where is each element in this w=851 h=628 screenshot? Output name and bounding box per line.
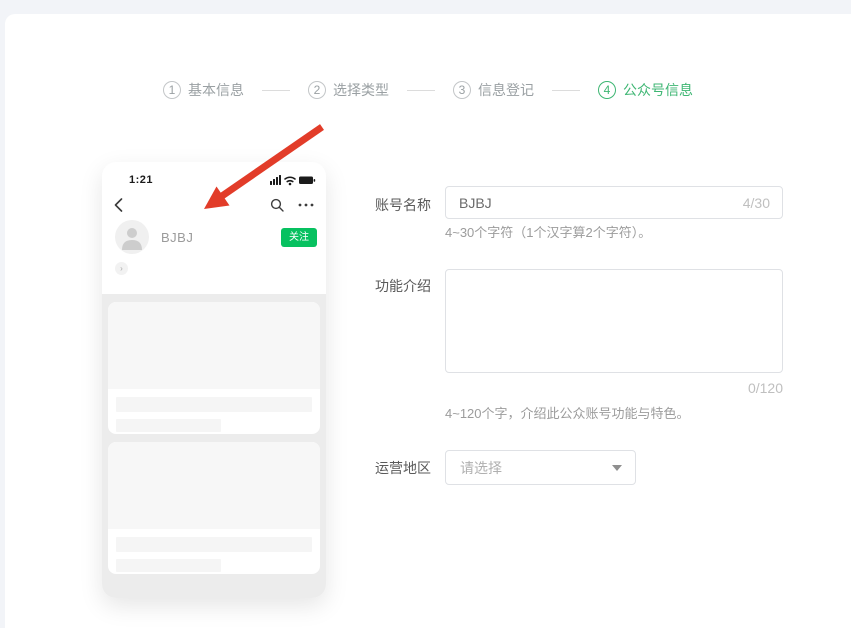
- article-feed: [102, 294, 326, 598]
- step-2-label: 选择类型: [333, 80, 389, 100]
- avatar: [115, 220, 149, 254]
- signal-icon: [270, 175, 281, 185]
- article-subtitle-placeholder: [116, 559, 221, 572]
- status-icons: [270, 174, 316, 186]
- account-name-counter: 4/30: [743, 195, 782, 211]
- introduction-helper: 4~120个字，介绍此公众账号功能与特色。: [445, 403, 690, 422]
- status-time: 1:21: [129, 174, 153, 186]
- chevron-down-icon: [612, 465, 622, 471]
- step-4-circle: 4: [598, 81, 616, 99]
- search-icon[interactable]: [270, 198, 284, 212]
- step-select-type: 2 选择类型: [308, 80, 389, 100]
- account-name-input[interactable]: [446, 195, 743, 211]
- article-title-placeholder: [116, 397, 312, 412]
- step-1-circle: 1: [163, 81, 181, 99]
- step-divider: [407, 90, 435, 91]
- main-panel: 1 基本信息 2 选择类型 3 信息登记 4 公众号信息 1:21: [5, 14, 851, 628]
- introduction-field: [445, 269, 783, 373]
- step-basic-info: 1 基本信息: [163, 80, 244, 100]
- back-chevron-icon[interactable]: [114, 198, 123, 212]
- region-select-value: 请选择: [446, 458, 612, 478]
- article-subtitle-placeholder: [116, 419, 221, 432]
- account-profile-row: BJBJ 关注: [115, 219, 317, 255]
- account-name-helper: 4~30个字符（1个汉字算2个字符）。: [445, 222, 651, 241]
- person-icon: [115, 220, 149, 254]
- article-card: [108, 442, 320, 574]
- step-3-label: 信息登记: [478, 80, 534, 100]
- introduction-label: 功能介绍: [375, 276, 431, 296]
- article-title-placeholder: [116, 537, 312, 552]
- phone-status-bar: 1:21: [102, 172, 326, 188]
- region-select[interactable]: 请选择: [445, 450, 636, 485]
- step-2-circle: 2: [308, 81, 326, 99]
- step-account-info: 4 公众号信息: [598, 80, 693, 100]
- wifi-dot: [289, 183, 292, 186]
- follow-button[interactable]: 关注: [281, 228, 317, 247]
- introduction-textarea[interactable]: [446, 270, 782, 372]
- region-label: 运营地区: [375, 458, 431, 478]
- phone-nav-bar: [102, 194, 326, 216]
- account-name-field: 4/30: [445, 186, 783, 219]
- step-divider: [262, 90, 290, 91]
- step-1-label: 基本信息: [188, 80, 244, 100]
- preview-account-name: BJBJ: [161, 230, 193, 245]
- introduction-counter: 0/120: [445, 380, 783, 396]
- expand-chevron-icon[interactable]: ›: [115, 262, 128, 275]
- article-card: [108, 302, 320, 434]
- battery-icon: [299, 177, 315, 185]
- step-divider: [552, 90, 580, 91]
- phone-preview: 1:21: [102, 162, 326, 598]
- registration-stepper: 1 基本信息 2 选择类型 3 信息登记 4 公众号信息: [5, 80, 851, 100]
- step-info-registration: 3 信息登记: [453, 80, 534, 100]
- wifi-icon: [285, 177, 295, 181]
- account-name-label: 账号名称: [375, 195, 431, 215]
- step-4-label: 公众号信息: [623, 80, 693, 100]
- more-ellipsis-icon[interactable]: [298, 203, 314, 207]
- article-image-placeholder: [108, 442, 320, 529]
- step-3-circle: 3: [453, 81, 471, 99]
- article-image-placeholder: [108, 302, 320, 389]
